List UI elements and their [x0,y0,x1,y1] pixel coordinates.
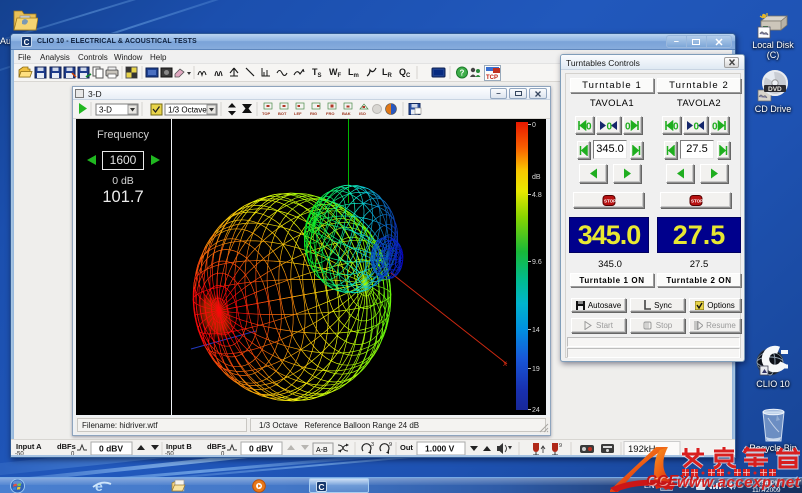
svg-text:dB: dB [532,174,541,181]
svg-text:0: 0 [712,121,718,131]
svg-text:0: 0 [532,122,536,129]
svg-text:Input A: Input A [16,442,42,451]
svg-text:0 dBV: 0 dBV [249,444,273,454]
svg-text:ISO: ISO [359,111,366,116]
svg-text:1.000 V: 1.000 V [425,444,455,454]
svg-text:0: 0 [625,121,631,131]
svg-text:Out: Out [400,443,413,452]
svg-text:BOT: BOT [278,111,287,116]
svg-text:24: 24 [532,407,540,414]
svg-text:0: 0 [694,121,700,131]
svg-text:19: 19 [532,366,540,373]
svg-text:TCP: TCP [486,75,498,81]
svg-text:0: 0 [607,121,613,131]
svg-text:9.6: 9.6 [532,259,542,266]
svg-text:LR: LR [382,67,393,79]
svg-text:DVD: DVD [768,86,782,93]
svg-text:dBFs: dBFs [57,442,76,451]
svg-text:QC: QC [399,67,411,79]
svg-text:STOP: STOP [604,198,616,203]
svg-text:LEF: LEF [294,111,302,116]
svg-text:x: x [503,359,507,368]
svg-text:3: 3 [371,442,374,448]
svg-text:?: ? [460,69,465,78]
svg-text:0: 0 [673,121,679,131]
svg-text:dBFs: dBFs [207,442,226,451]
svg-text:WF: WF [329,67,342,79]
svg-text:Input B: Input B [166,442,192,451]
svg-text:14: 14 [532,327,540,334]
svg-text:RIG: RIG [310,111,317,116]
svg-text:9: 9 [389,442,392,448]
svg-text:TOP: TOP [262,111,270,116]
svg-text:A-B: A-B [316,447,328,454]
svg-text:0: 0 [586,121,592,131]
svg-text:0 dBV: 0 dBV [99,444,123,454]
svg-text:Lm: Lm [348,67,359,79]
svg-text:TS: TS [312,67,322,79]
svg-text:STOP: STOP [691,198,703,203]
svg-text:1/3 Octave: 1/3 Octave [168,106,207,115]
svg-text:FRO: FRO [326,111,334,116]
svg-text:4.8: 4.8 [532,192,542,199]
svg-text:3-D: 3-D [99,106,112,115]
svg-text:BAK: BAK [342,111,351,116]
